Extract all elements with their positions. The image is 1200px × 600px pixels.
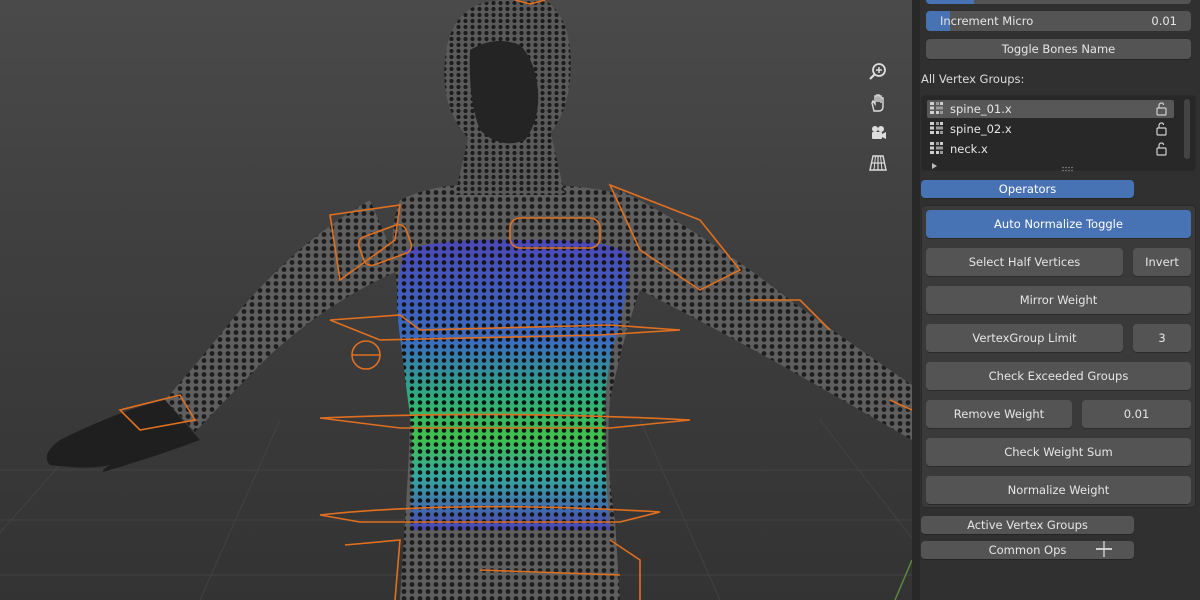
increment-micro-label: Increment Micro bbox=[940, 14, 1034, 28]
active-vertex-groups-panel-header[interactable]: Active Vertex Groups bbox=[921, 516, 1134, 534]
increment-micro-slider[interactable]: Increment Micro 0.01 bbox=[926, 11, 1191, 31]
list-scrollbar[interactable] bbox=[1184, 99, 1190, 159]
remove-weight-button[interactable]: Remove Weight bbox=[926, 400, 1072, 428]
panel-resize-strip[interactable] bbox=[912, 0, 920, 600]
vertex-group-icon bbox=[930, 141, 944, 157]
camera-icon[interactable] bbox=[868, 123, 896, 151]
check-weight-sum-button[interactable]: Check Weight Sum bbox=[926, 438, 1191, 466]
left-arm bbox=[165, 200, 400, 432]
unlock-icon[interactable] bbox=[1154, 122, 1168, 139]
zoom-icon[interactable] bbox=[868, 62, 896, 90]
right-arm bbox=[620, 190, 912, 440]
vertex-group-name: neck.x bbox=[950, 142, 988, 156]
unlock-icon[interactable] bbox=[1154, 102, 1168, 119]
auto-normalize-toggle-button[interactable]: Auto Normalize Toggle bbox=[926, 210, 1191, 238]
vertexgroup-limit-button[interactable]: VertexGroup Limit bbox=[926, 324, 1123, 352]
vertexgroup-limit-field[interactable]: 3 bbox=[1133, 324, 1191, 352]
all-vertex-groups-label: All Vertex Groups: bbox=[921, 72, 1025, 86]
viewport-scene bbox=[0, 0, 912, 600]
mirror-weight-button[interactable]: Mirror Weight bbox=[926, 286, 1191, 314]
3d-viewport[interactable] bbox=[0, 0, 912, 600]
remove-weight-threshold-field[interactable]: 0.01 bbox=[1082, 400, 1191, 428]
check-exceeded-groups-button[interactable]: Check Exceeded Groups bbox=[926, 362, 1191, 390]
top-slider[interactable] bbox=[926, 0, 1191, 4]
perspective-grid-icon[interactable] bbox=[868, 153, 896, 181]
vertex-group-name: spine_02.x bbox=[950, 122, 1012, 136]
pan-hand-icon[interactable] bbox=[868, 93, 896, 121]
y-axis-line bbox=[894, 559, 912, 600]
face bbox=[469, 41, 539, 144]
normalize-weight-button[interactable]: Normalize Weight bbox=[926, 476, 1191, 504]
vertex-group-icon bbox=[930, 121, 944, 137]
list-item[interactable]: spine_01.x bbox=[927, 100, 1174, 118]
list-resize-grip-icon[interactable] bbox=[1061, 161, 1075, 172]
select-half-vertices-button[interactable]: Select Half Vertices bbox=[926, 248, 1123, 276]
expand-triangle-icon[interactable] bbox=[931, 159, 939, 169]
vertex-group-name: spine_01.x bbox=[950, 102, 1012, 116]
crosshair-cursor-icon bbox=[1096, 541, 1112, 557]
toggle-bones-name-button[interactable]: Toggle Bones Name bbox=[926, 39, 1191, 59]
list-item[interactable]: neck.x bbox=[927, 140, 1174, 158]
vertex-group-icon bbox=[930, 101, 944, 117]
increment-micro-value: 0.01 bbox=[1151, 14, 1177, 28]
unlock-icon[interactable] bbox=[1154, 142, 1168, 159]
list-item[interactable]: spine_02.x bbox=[927, 120, 1174, 138]
invert-button[interactable]: Invert bbox=[1133, 248, 1191, 276]
operators-panel-header[interactable]: Operators bbox=[921, 180, 1134, 198]
